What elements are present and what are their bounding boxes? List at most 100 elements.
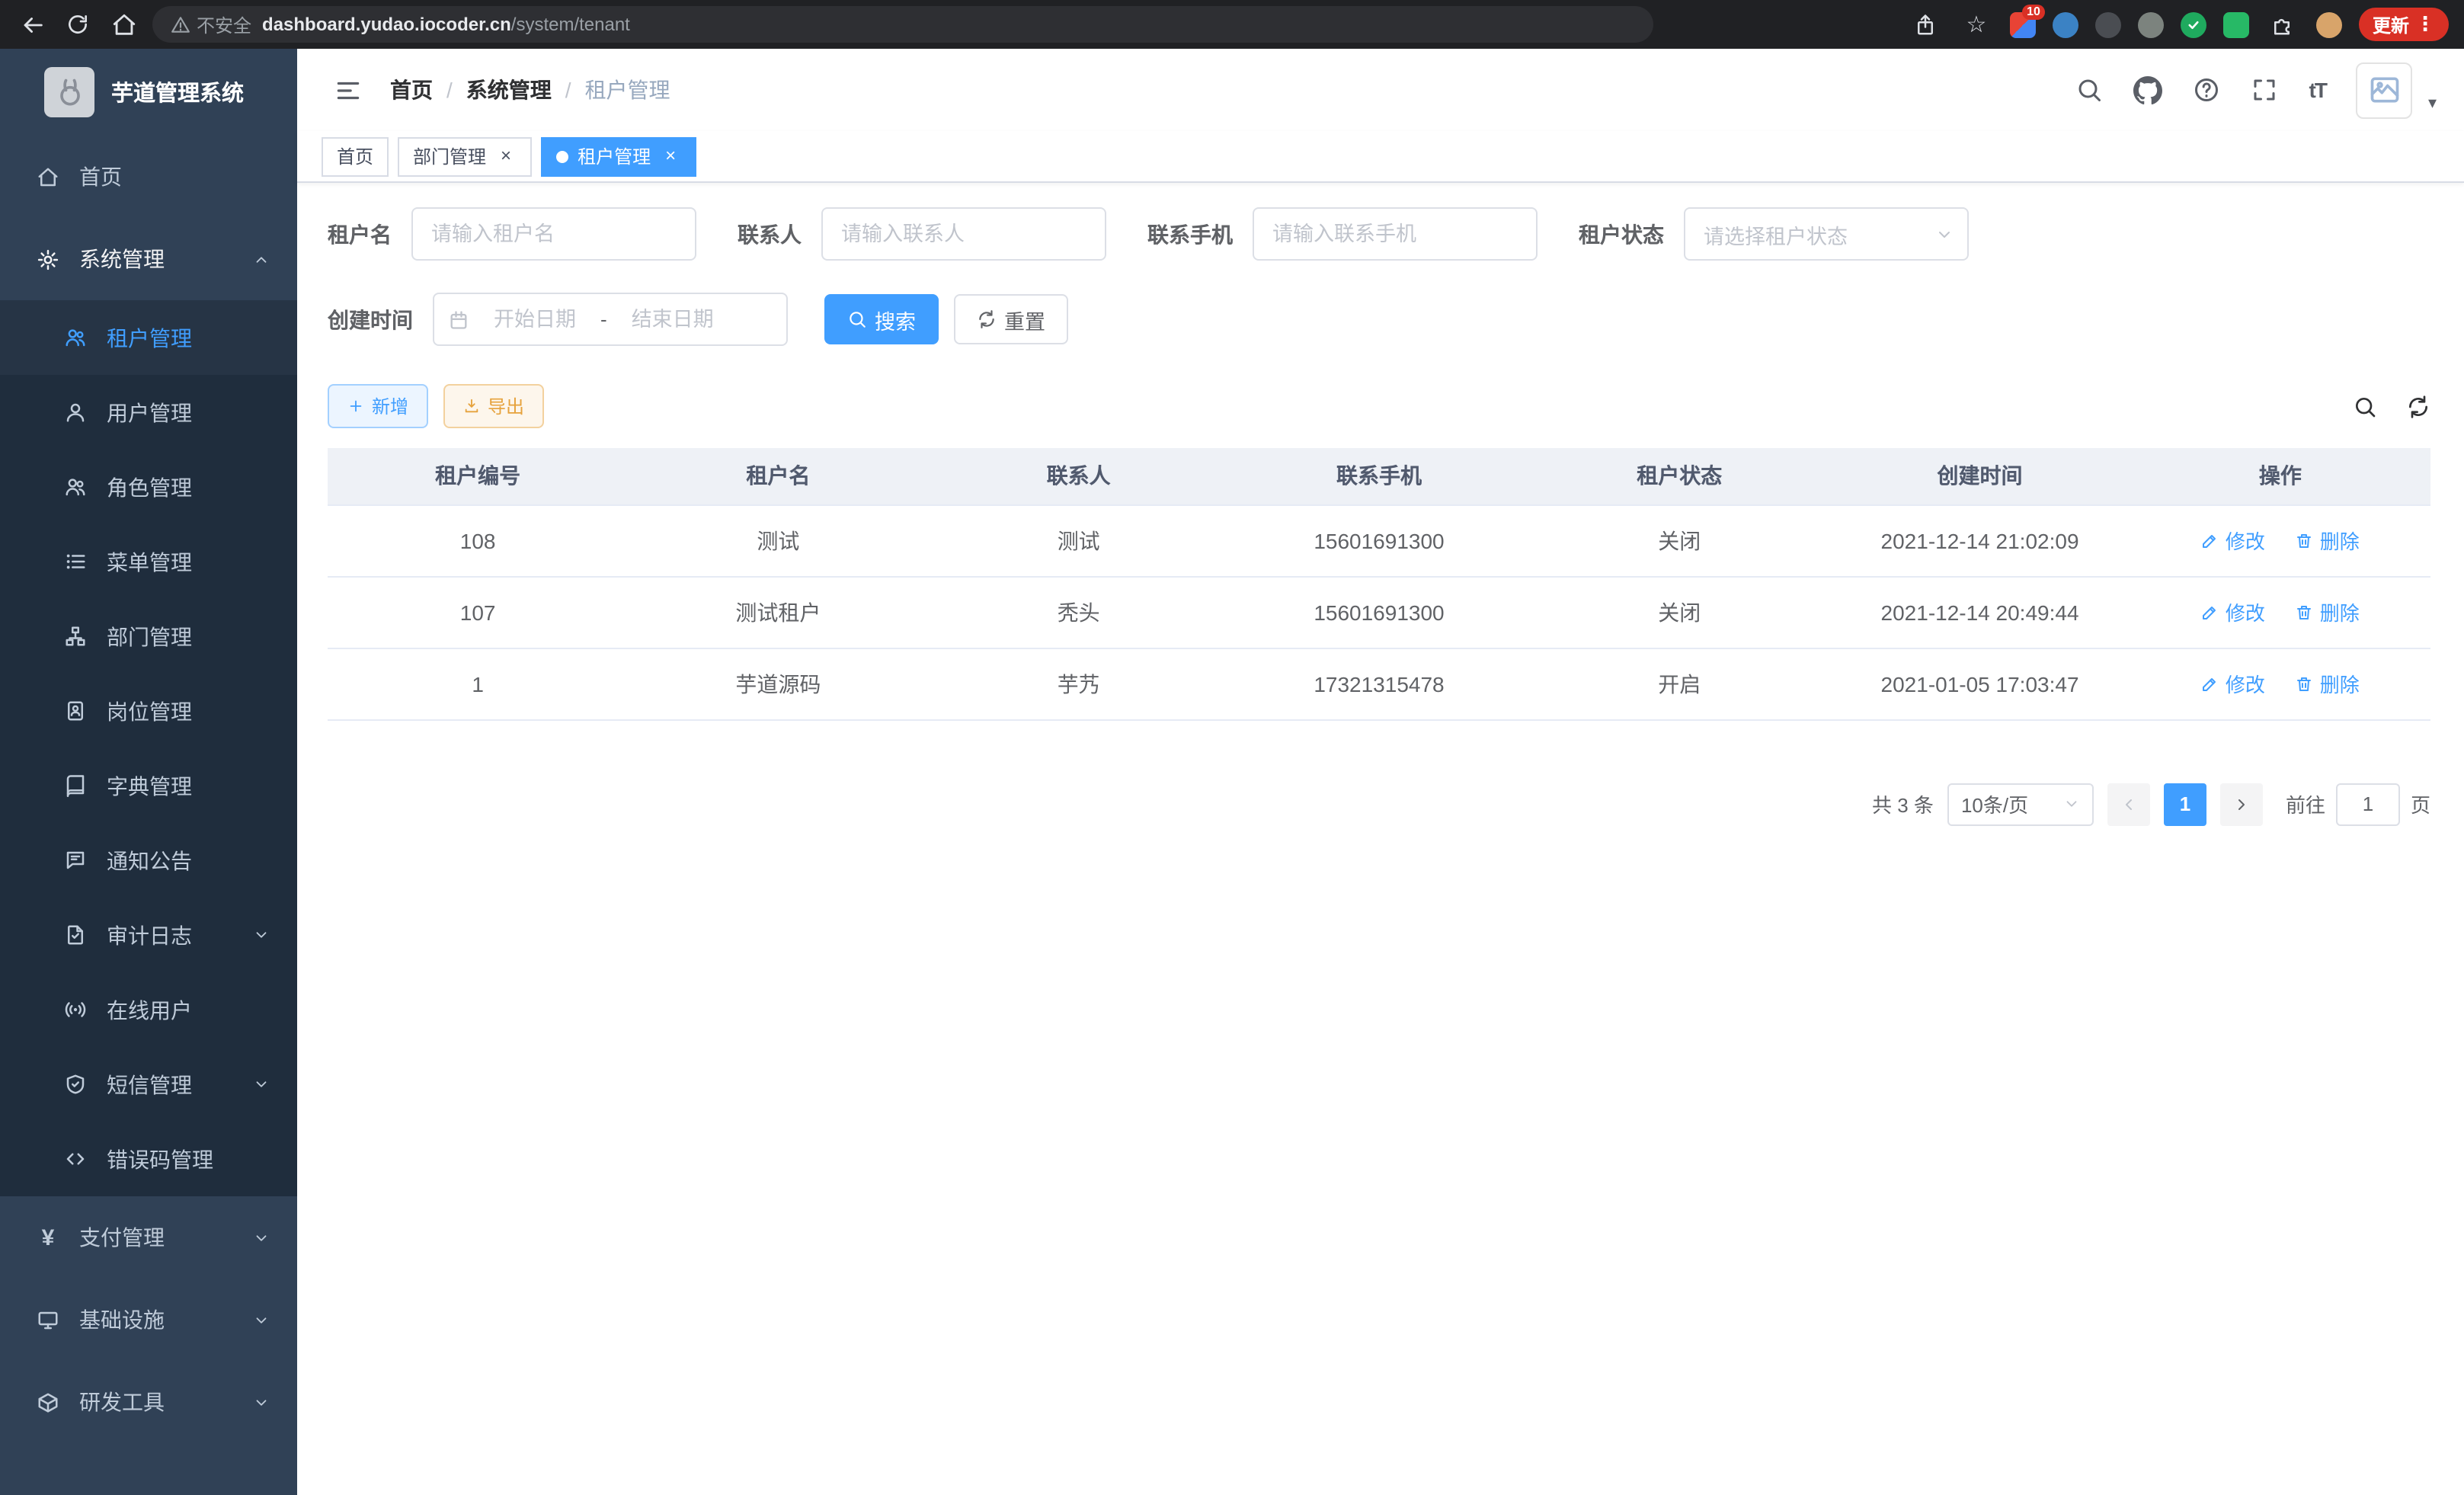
chevron-up-icon bbox=[253, 251, 270, 267]
extension-grid-icon[interactable]: 10 bbox=[2010, 11, 2036, 37]
trash-icon bbox=[2296, 674, 2314, 693]
status-select[interactable]: 请选择租户状态 bbox=[1684, 207, 1969, 261]
logo-avatar bbox=[44, 67, 94, 117]
cell-created: 2021-12-14 21:02:09 bbox=[1829, 504, 2130, 576]
tab-dept[interactable]: 部门管理 × bbox=[398, 136, 532, 176]
sidebar-item-menu[interactable]: 菜单管理 bbox=[0, 524, 297, 599]
top-navbar: 首页 / 系统管理 / 租户管理 tT ▾ bbox=[297, 49, 2464, 131]
sidebar-item-error-code[interactable]: 错误码管理 bbox=[0, 1122, 297, 1196]
extension-gray-icon[interactable] bbox=[2138, 11, 2164, 37]
sidebar-item-role[interactable]: 角色管理 bbox=[0, 450, 297, 524]
address-bar[interactable]: 不安全 dashboard.yudao.iocoder.cn/system/te… bbox=[152, 6, 1653, 43]
sidebar-item-online-user[interactable]: 在线用户 bbox=[0, 972, 297, 1047]
sidebar-item-user[interactable]: 用户管理 bbox=[0, 375, 297, 450]
users-icon bbox=[64, 475, 87, 498]
tenant-name-input[interactable] bbox=[411, 207, 696, 261]
delete-label: 删除 bbox=[2320, 526, 2360, 555]
sidebar-item-notice[interactable]: 通知公告 bbox=[0, 823, 297, 898]
edit-button[interactable]: 修改 bbox=[2201, 597, 2265, 626]
close-icon[interactable]: × bbox=[495, 146, 517, 167]
edit-button[interactable]: 修改 bbox=[2201, 526, 2265, 555]
page-number-button[interactable]: 1 bbox=[2164, 783, 2206, 825]
extension-blue-icon[interactable] bbox=[2053, 11, 2078, 37]
page-size-select[interactable]: 10条/页 bbox=[1947, 783, 2094, 825]
refresh-icon bbox=[977, 309, 997, 329]
breadcrumb-system[interactable]: 系统管理 bbox=[466, 75, 552, 105]
delete-button[interactable]: 删除 bbox=[2296, 669, 2360, 698]
broken-image-icon bbox=[2368, 73, 2402, 107]
reset-button[interactable]: 重置 bbox=[954, 294, 1068, 344]
monitor-icon bbox=[37, 1308, 59, 1331]
sidebar-item-dict[interactable]: 字典管理 bbox=[0, 748, 297, 823]
security-warning[interactable]: 不安全 bbox=[171, 11, 251, 37]
github-icon[interactable] bbox=[2134, 75, 2163, 104]
cell-contact: 芋艿 bbox=[929, 648, 1229, 719]
breadcrumb-current: 租户管理 bbox=[585, 75, 670, 105]
breadcrumb-home[interactable]: 首页 bbox=[390, 75, 433, 105]
toggle-search-icon[interactable] bbox=[2353, 394, 2377, 418]
next-page-button[interactable] bbox=[2220, 783, 2263, 825]
sidebar-item-home[interactable]: 首页 bbox=[0, 136, 297, 218]
filter-contact: 联系人 bbox=[738, 207, 1106, 261]
date-range-picker[interactable]: - bbox=[433, 293, 788, 346]
edit-button[interactable]: 修改 bbox=[2201, 669, 2265, 698]
sidebar-item-label: 菜单管理 bbox=[107, 546, 192, 577]
extension-green-check-icon[interactable] bbox=[2181, 11, 2206, 37]
sidebar-item-audit-log[interactable]: 审计日志 bbox=[0, 898, 297, 972]
end-date-input[interactable] bbox=[613, 308, 732, 331]
goto-page-input[interactable] bbox=[2336, 783, 2400, 825]
profile-avatar[interactable] bbox=[2316, 11, 2342, 37]
main-area: 首页 / 系统管理 / 租户管理 tT ▾ 首页 bbox=[297, 49, 2464, 1495]
prev-page-button[interactable] bbox=[2107, 783, 2150, 825]
sidebar-item-payment[interactable]: ¥ 支付管理 bbox=[0, 1196, 297, 1279]
export-button[interactable]: 导出 bbox=[443, 384, 544, 428]
browser-back-icon[interactable] bbox=[15, 8, 49, 41]
phone-input[interactable] bbox=[1253, 207, 1538, 261]
sidebar-item-sms[interactable]: 短信管理 bbox=[0, 1047, 297, 1122]
extensions-puzzle-icon[interactable] bbox=[2266, 8, 2299, 41]
tab-home[interactable]: 首页 bbox=[322, 136, 389, 176]
kebab-menu-icon[interactable]: ⋮ bbox=[2415, 12, 2435, 37]
refresh-table-icon[interactable] bbox=[2406, 394, 2430, 418]
contact-input[interactable] bbox=[821, 207, 1106, 261]
sidebar-item-dev-tools[interactable]: 研发工具 bbox=[0, 1361, 297, 1443]
close-icon[interactable]: × bbox=[660, 146, 681, 167]
sidebar-collapse-icon[interactable] bbox=[334, 75, 363, 104]
header-search-icon[interactable] bbox=[2076, 76, 2104, 104]
add-button[interactable]: 新增 bbox=[328, 384, 428, 428]
sidebar-item-tenant[interactable]: 租户管理 bbox=[0, 300, 297, 375]
browser-update-button[interactable]: 更新 ⋮ bbox=[2359, 8, 2449, 41]
url-host: dashboard.yudao.iocoder.cn bbox=[262, 14, 511, 35]
delete-button[interactable]: 删除 bbox=[2296, 526, 2360, 555]
sidebar-item-system[interactable]: 系统管理 bbox=[0, 218, 297, 300]
user-avatar[interactable] bbox=[2357, 62, 2413, 118]
share-icon[interactable] bbox=[1909, 8, 1943, 41]
pagination-goto: 前往 页 bbox=[2286, 783, 2430, 825]
breadcrumb: 首页 / 系统管理 / 租户管理 bbox=[390, 75, 670, 105]
sidebar-item-post[interactable]: 岗位管理 bbox=[0, 674, 297, 748]
start-date-input[interactable] bbox=[475, 308, 594, 331]
field-label: 租户状态 bbox=[1579, 219, 1664, 249]
security-label: 不安全 bbox=[197, 11, 251, 37]
extension-dark-icon[interactable] bbox=[2095, 11, 2121, 37]
sidebar-item-label: 基础设施 bbox=[79, 1305, 165, 1335]
edit-label: 修改 bbox=[2226, 597, 2265, 626]
filter-create-time: 创建时间 - bbox=[328, 293, 788, 346]
tab-tenant[interactable]: 租户管理 × bbox=[541, 136, 696, 176]
bookmark-star-icon[interactable]: ☆ bbox=[1960, 8, 1993, 41]
fullscreen-icon[interactable] bbox=[2251, 76, 2279, 104]
font-size-icon[interactable]: tT bbox=[2309, 78, 2326, 102]
export-button-label: 导出 bbox=[488, 393, 524, 419]
browser-home-icon[interactable] bbox=[107, 8, 140, 41]
search-button[interactable]: 搜索 bbox=[824, 294, 939, 344]
sidebar-item-infra[interactable]: 基础设施 bbox=[0, 1279, 297, 1361]
delete-button[interactable]: 删除 bbox=[2296, 597, 2360, 626]
extension-green-square-icon[interactable] bbox=[2223, 11, 2249, 37]
tenant-table: 租户编号 租户名 联系人 联系手机 租户状态 创建时间 操作 108 测试 bbox=[328, 448, 2430, 720]
sidebar-item-dept[interactable]: 部门管理 bbox=[0, 599, 297, 674]
logo[interactable]: 芋道管理系统 bbox=[0, 49, 297, 136]
browser-reload-icon[interactable] bbox=[61, 8, 94, 41]
edit-label: 修改 bbox=[2226, 669, 2265, 698]
help-icon[interactable] bbox=[2194, 76, 2221, 104]
avatar-caret-down-icon[interactable]: ▾ bbox=[2428, 92, 2437, 118]
